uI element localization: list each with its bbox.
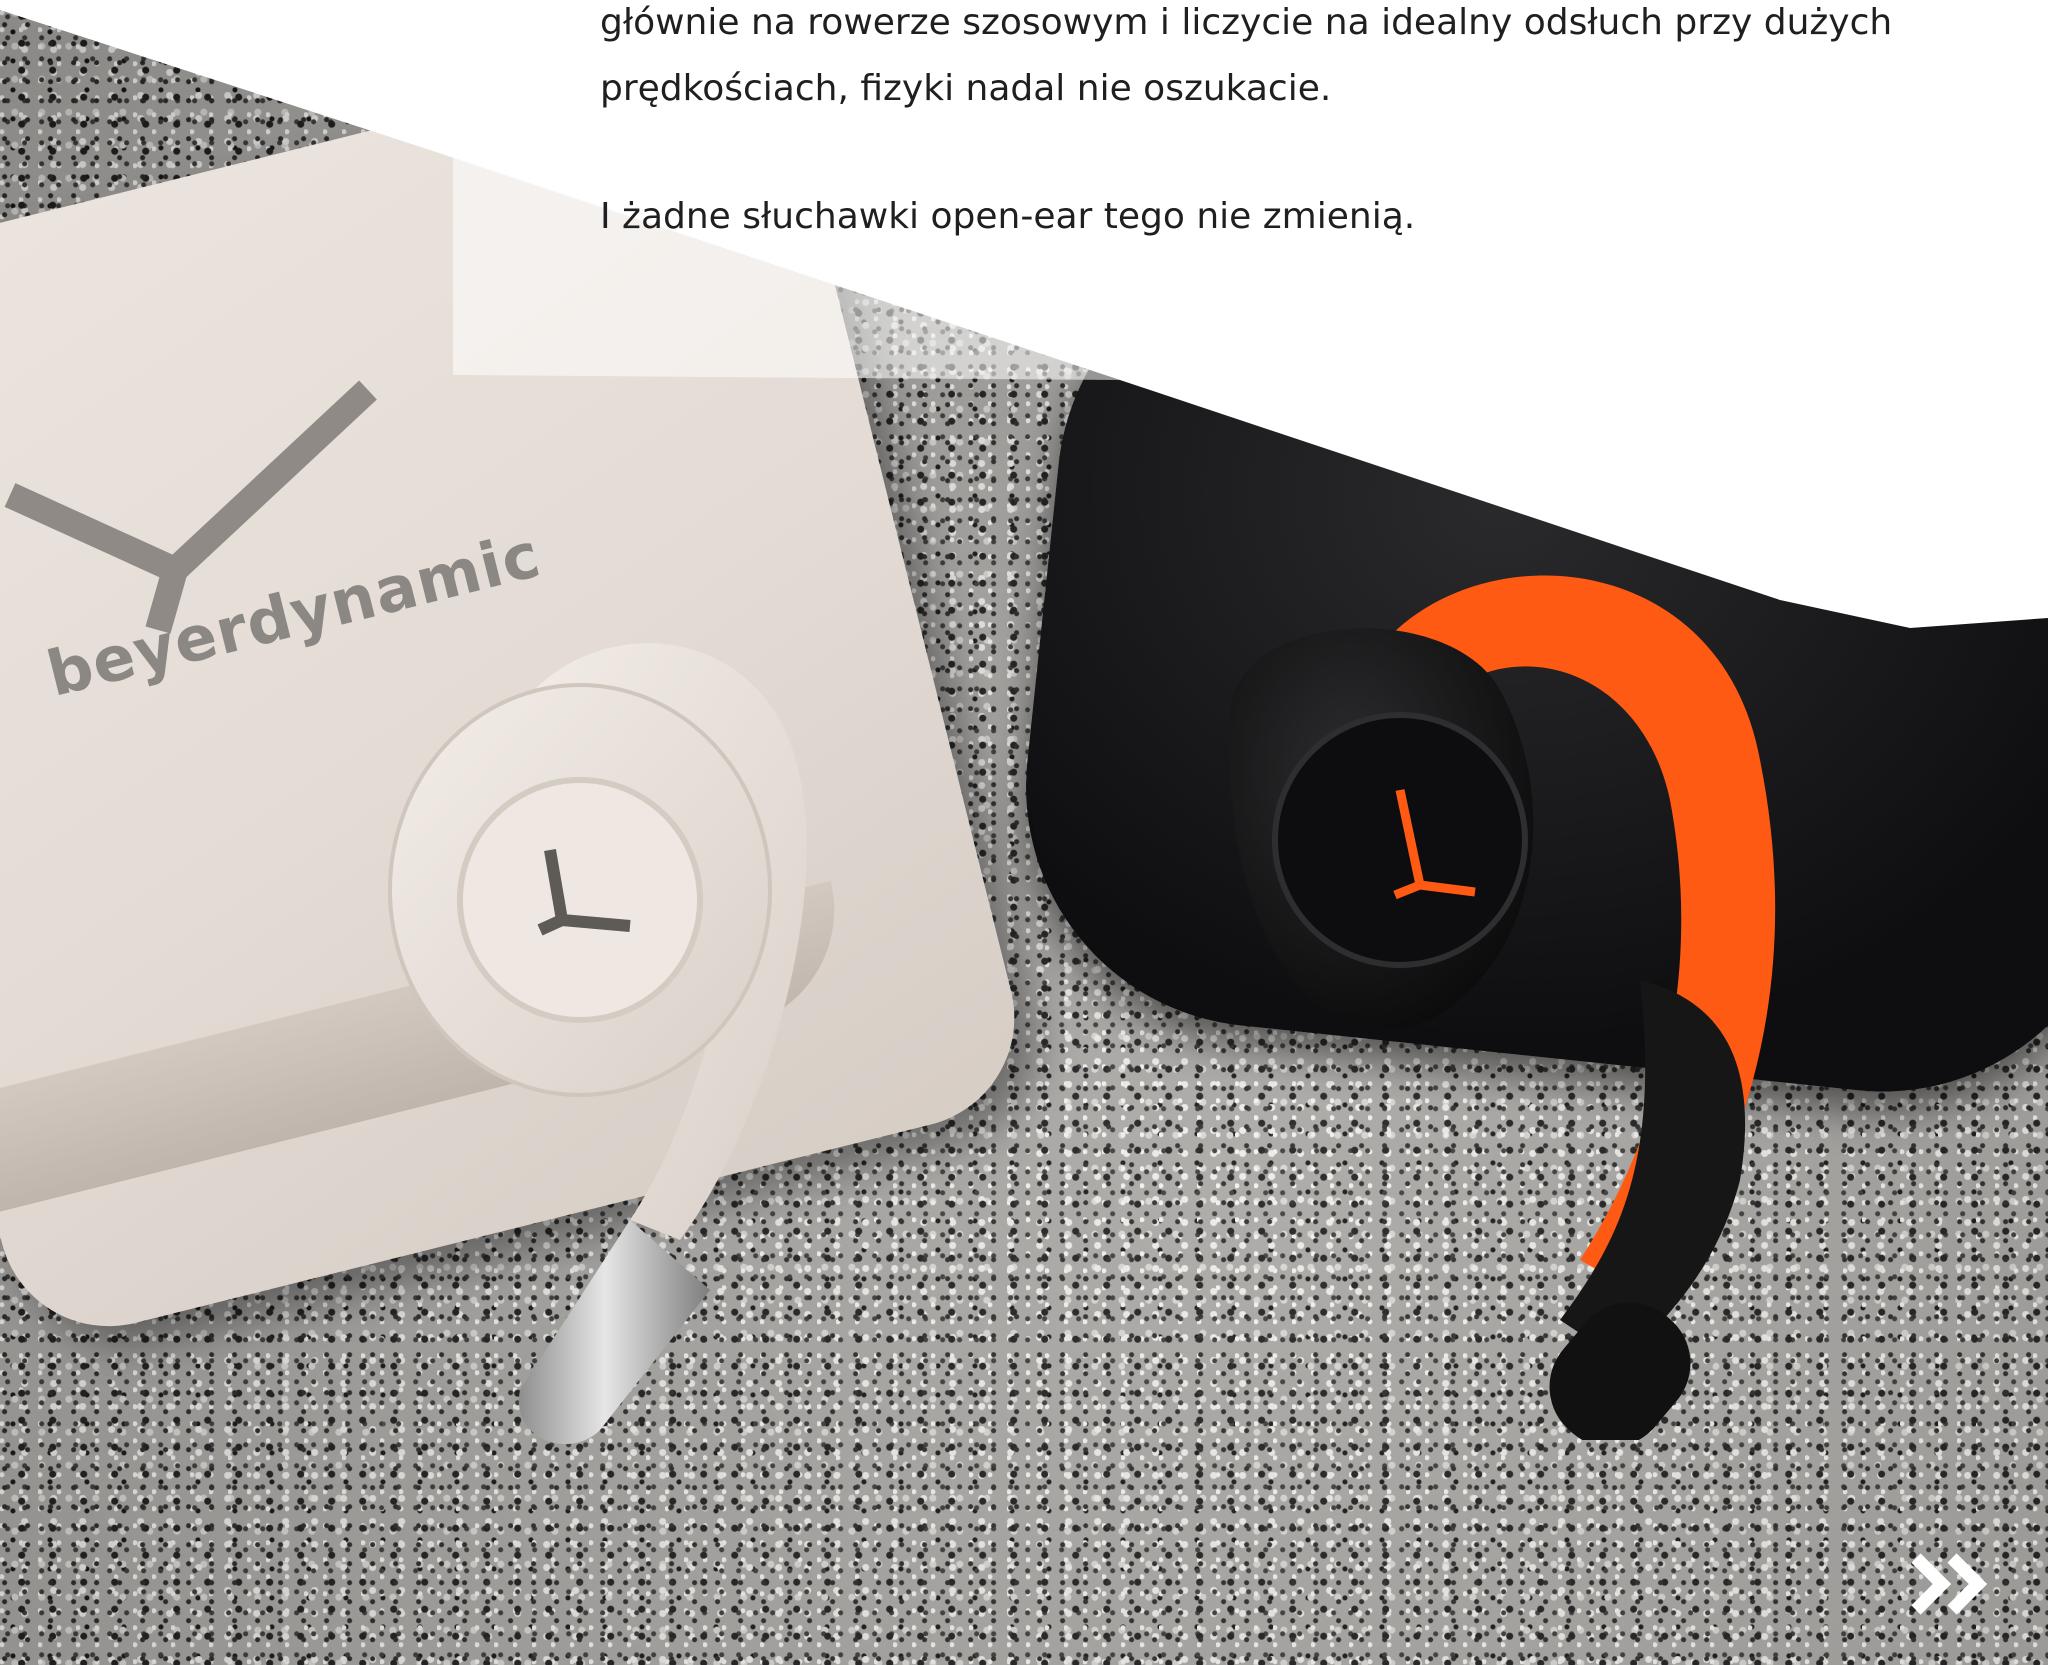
- article-line-3: I żadne słuchawki open-ear tego nie zmie…: [600, 196, 1416, 237]
- double-chevron-right-icon[interactable]: [1908, 1552, 1998, 1616]
- page: beyerdynamic głównie na rowerze szosowym…: [0, 0, 2048, 1665]
- article-text: głównie na rowerze szosowym i liczycie n…: [600, 0, 2000, 250]
- article-line-1: głównie na rowerze szosowym i liczycie n…: [600, 2, 1893, 43]
- article-line-2: prędkościach, fizyki nadal nie oszukacie…: [600, 68, 1332, 109]
